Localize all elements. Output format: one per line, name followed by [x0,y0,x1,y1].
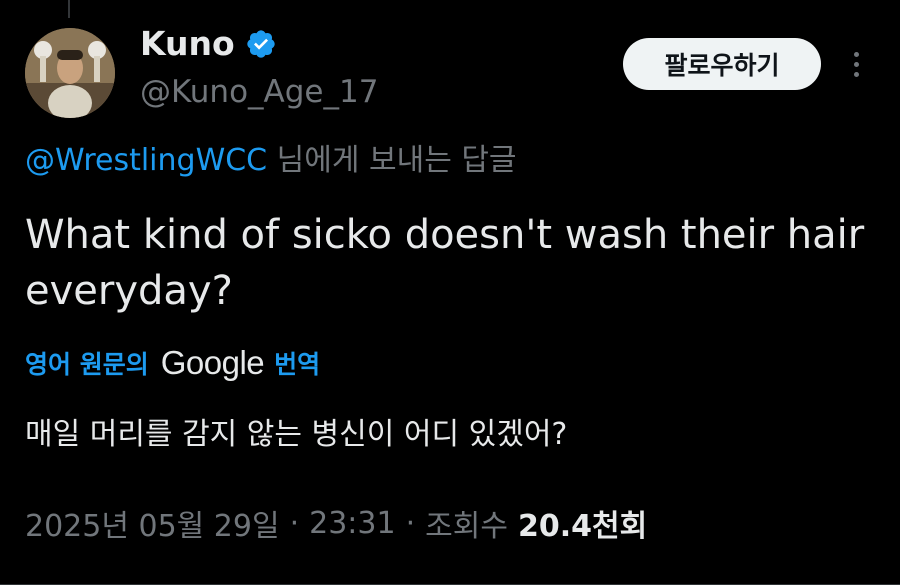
thread-connector-line [68,0,70,18]
more-dot [853,71,859,77]
more-dot [853,51,859,57]
tweet-date[interactable]: 2025년 05월 29일 [25,501,280,545]
more-options-icon[interactable] [842,46,870,82]
reply-context: @WrestlingWCC 님에게 보내는 답글 [25,138,517,184]
tweet-time[interactable]: 23:31 [309,506,395,541]
tweet-metadata: 2025년 05월 29일 · 23:31 · 조회수 20.4천회 [25,498,647,548]
avatar-image [25,28,115,118]
views-label: 조회수 [425,509,508,544]
follow-button[interactable]: 팔로우하기 [623,38,821,90]
avatar[interactable] [25,28,115,118]
translate-label-link[interactable]: 번역 [274,345,320,381]
translated-tweet-text: 매일 머리를 감지 않는 병신이 어디 있겠어? [25,417,568,452]
reply-suffix: 님에게 보내는 답글 [267,143,517,178]
meta-separator: · [289,505,300,541]
tweet-text: What kind of sicko doesn't wash their ha… [25,212,865,314]
translate-source-link[interactable]: 영어 원문의 [25,345,149,381]
google-logo: Google [160,344,265,381]
author-block: Kuno @Kuno_Age_17 [140,22,378,114]
author-display-name[interactable]: Kuno [140,22,235,66]
reply-mention-link[interactable]: @WrestlingWCC [25,143,267,178]
author-name-row: Kuno [140,22,378,66]
verified-badge-icon[interactable] [245,28,277,60]
more-dot [853,61,859,67]
views-count[interactable]: 20.4천회 [518,501,647,545]
translation-attribution: 영어 원문의 Google 번역 [25,340,320,386]
author-handle[interactable]: @Kuno_Age_17 [140,70,378,114]
meta-separator: · [405,505,416,541]
